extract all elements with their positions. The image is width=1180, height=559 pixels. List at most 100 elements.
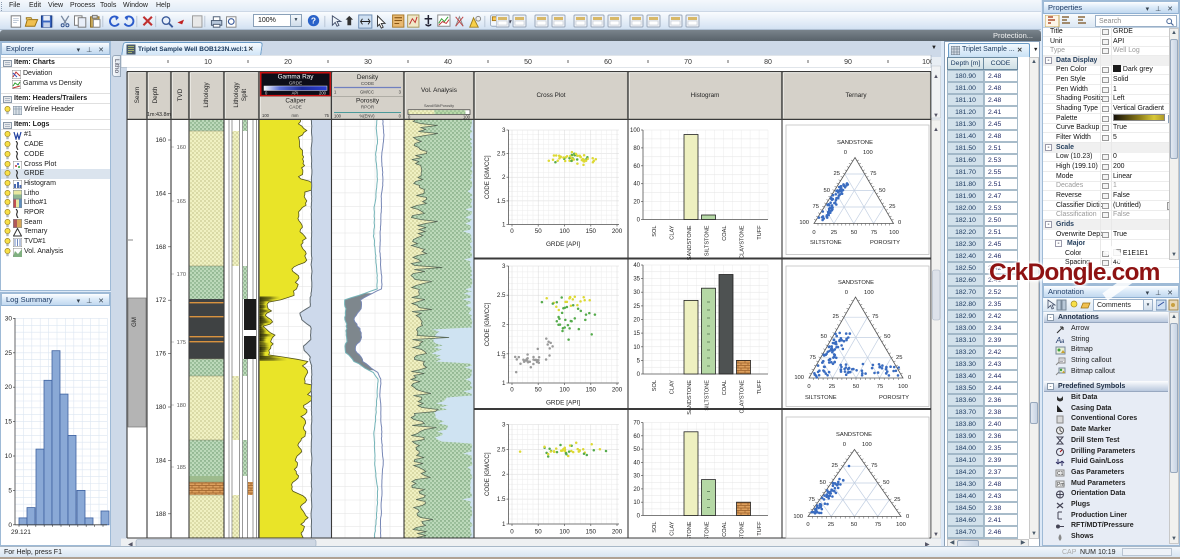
svg-text:GRDE [API]: GRDE [API] bbox=[546, 241, 580, 248]
svg-text:GM: GM bbox=[132, 317, 138, 327]
svg-text:CODE [GM/CC]: CODE [GM/CC] bbox=[484, 155, 491, 199]
svg-text:40: 40 bbox=[633, 460, 640, 466]
svg-text:Pm: Pm bbox=[1057, 482, 1065, 488]
svg-text:165: 165 bbox=[177, 199, 186, 205]
svg-text:COAL: COAL bbox=[722, 226, 728, 241]
svg-text:200: 200 bbox=[319, 91, 327, 96]
svg-text:a: a bbox=[1061, 339, 1065, 344]
svg-text:25: 25 bbox=[896, 355, 902, 361]
svg-text:50: 50 bbox=[535, 387, 542, 394]
svg-text:Sand/Silt/Porosity: Sand/Silt/Porosity bbox=[424, 104, 454, 108]
svg-text:Depth: Depth bbox=[152, 86, 159, 103]
svg-text:%(ENV): %(ENV) bbox=[359, 114, 375, 119]
svg-text:75: 75 bbox=[872, 314, 878, 320]
svg-text:40: 40 bbox=[633, 263, 640, 269]
svg-text:0: 0 bbox=[510, 387, 514, 394]
svg-text:170: 170 bbox=[177, 272, 186, 278]
svg-text:50: 50 bbox=[851, 230, 857, 236]
svg-text:40: 40 bbox=[633, 182, 640, 188]
svg-text:50: 50 bbox=[879, 188, 885, 194]
svg-text:20: 20 bbox=[284, 59, 292, 66]
svg-text:Caliper: Caliper bbox=[285, 98, 306, 105]
svg-text:30: 30 bbox=[633, 290, 640, 296]
svg-text:100: 100 bbox=[862, 442, 872, 448]
svg-text:2.5: 2.5 bbox=[497, 151, 506, 158]
svg-text:5: 5 bbox=[8, 487, 12, 494]
svg-text:188: 188 bbox=[155, 511, 166, 518]
svg-text:75: 75 bbox=[810, 355, 816, 361]
svg-text:?: ? bbox=[311, 15, 316, 25]
svg-text:60: 60 bbox=[633, 434, 640, 440]
svg-text:50: 50 bbox=[524, 59, 532, 66]
svg-text:1.5: 1.5 bbox=[497, 198, 506, 205]
svg-text:SILTSTONE: SILTSTONE bbox=[810, 240, 842, 246]
svg-text:25: 25 bbox=[832, 463, 838, 469]
svg-text:70: 70 bbox=[633, 421, 640, 427]
svg-text:Split: Split bbox=[241, 89, 248, 101]
svg-text:Lithology: Lithology bbox=[233, 82, 240, 108]
svg-text:1: 1 bbox=[502, 521, 506, 528]
svg-text:Cross Plot: Cross Plot bbox=[536, 92, 565, 99]
svg-text:184: 184 bbox=[155, 457, 166, 464]
svg-text:SANDSTONE: SANDSTONE bbox=[687, 225, 693, 260]
svg-text:API: API bbox=[292, 91, 299, 96]
svg-text:50: 50 bbox=[535, 529, 542, 536]
svg-text:C1: C1 bbox=[1057, 471, 1064, 477]
svg-text:50: 50 bbox=[884, 334, 890, 340]
svg-text:mm: mm bbox=[292, 113, 299, 118]
svg-text:60: 60 bbox=[633, 164, 640, 170]
svg-text:2: 2 bbox=[502, 174, 506, 181]
svg-text:SANDSTONE: SANDSTONE bbox=[837, 140, 873, 146]
svg-text:SANDSTONE: SANDSTONE bbox=[687, 380, 693, 415]
svg-text:20: 20 bbox=[633, 487, 640, 493]
svg-text:0: 0 bbox=[510, 529, 514, 536]
svg-text:35: 35 bbox=[633, 277, 640, 283]
svg-text:CODE [GM/CC]: CODE [GM/CC] bbox=[484, 302, 491, 346]
svg-text:1.5: 1.5 bbox=[497, 496, 506, 503]
svg-text:150: 150 bbox=[586, 529, 597, 536]
svg-text:GRDE [API]: GRDE [API] bbox=[546, 400, 580, 407]
svg-text:0: 0 bbox=[906, 514, 909, 520]
svg-text:100: 100 bbox=[793, 514, 803, 520]
svg-text:30: 30 bbox=[5, 315, 13, 322]
svg-text:100: 100 bbox=[559, 387, 570, 394]
svg-text:160: 160 bbox=[177, 145, 186, 151]
svg-text:176: 176 bbox=[155, 351, 166, 358]
svg-text:0: 0 bbox=[843, 442, 846, 448]
svg-text:200: 200 bbox=[612, 387, 623, 394]
svg-text:25: 25 bbox=[828, 522, 834, 528]
svg-text:40: 40 bbox=[444, 59, 452, 66]
svg-text:SILTSTONE: SILTSTONE bbox=[805, 395, 837, 401]
svg-text:0: 0 bbox=[807, 384, 810, 390]
svg-text:90: 90 bbox=[844, 59, 852, 66]
svg-text:1: 1 bbox=[502, 222, 506, 229]
svg-text:10: 10 bbox=[633, 500, 640, 506]
svg-text:25: 25 bbox=[5, 350, 13, 357]
svg-text:172: 172 bbox=[155, 297, 166, 304]
svg-text:0: 0 bbox=[908, 375, 911, 381]
svg-text:3: 3 bbox=[502, 127, 506, 134]
svg-text:30: 30 bbox=[364, 59, 372, 66]
svg-text:50: 50 bbox=[820, 480, 826, 486]
svg-text:Histogram: Histogram bbox=[691, 92, 720, 99]
svg-text:CODE: CODE bbox=[361, 81, 374, 86]
svg-text:150: 150 bbox=[586, 387, 597, 394]
svg-text:15: 15 bbox=[633, 331, 640, 337]
svg-text:TUFF: TUFF bbox=[757, 521, 763, 536]
svg-text:75: 75 bbox=[875, 522, 881, 528]
svg-text:100: 100 bbox=[334, 114, 342, 119]
svg-text:25: 25 bbox=[829, 384, 835, 390]
svg-text:100: 100 bbox=[559, 529, 570, 536]
svg-text:25: 25 bbox=[833, 314, 839, 320]
svg-text:75: 75 bbox=[324, 113, 329, 118]
svg-text:200: 200 bbox=[612, 529, 623, 536]
svg-text:20: 20 bbox=[633, 200, 640, 206]
svg-text:75: 75 bbox=[871, 463, 877, 469]
svg-text:100: 100 bbox=[864, 290, 874, 296]
svg-text:100: 100 bbox=[262, 113, 270, 118]
svg-text:0: 0 bbox=[844, 150, 847, 156]
svg-text:0: 0 bbox=[845, 290, 848, 296]
svg-text:25: 25 bbox=[834, 171, 840, 177]
svg-text:SANDSTONE: SANDSTONE bbox=[836, 432, 872, 438]
svg-text:100: 100 bbox=[889, 230, 899, 236]
